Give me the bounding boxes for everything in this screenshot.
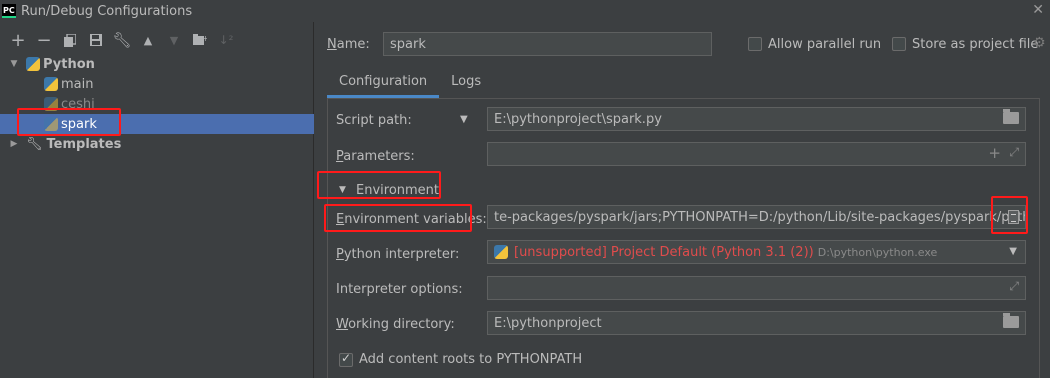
tree-node-templates[interactable]: ▶ 🔧︎ Templates [0,134,314,154]
wrench-icon: 🔧︎ [26,136,43,152]
folder-icon[interactable] [1003,109,1019,124]
interpreter-options-field[interactable]: ⤢ [487,276,1026,300]
expand-arrow-icon[interactable]: ▼ [8,59,20,69]
allow-parallel-run-label: Allow parallel run [768,37,882,52]
python-icon [494,245,508,259]
tab-configuration[interactable]: Configuration [327,68,440,98]
configurations-sidebar: + − 🔧︎ ▲ ▼ + ↓² ▼ Python main ceshi spar… [0,22,314,378]
add-content-roots-label: Add content roots to PYTHONPATH [359,352,583,367]
configuration-editor: Name: spark Allow parallel run Store as … [315,22,1050,378]
expand-icon[interactable]: ⤢ [1009,145,1019,160]
add-icon[interactable]: + [5,28,31,52]
pycharm-logo-icon: PC [2,4,16,18]
chevron-down-icon[interactable]: ▼ [1009,246,1017,257]
interpreter-value: [unsupported] Project Default (Python 3.… [514,244,814,260]
script-path-value: E:\pythonproject\spark.py [494,111,662,127]
tree-node-label: Python [43,56,95,72]
tree-node-label: Templates [46,136,122,152]
name-label: Name: [327,37,370,52]
script-type-dropdown-icon[interactable]: ▼ [460,114,468,125]
tree-item-label: ceshi [61,96,95,112]
folder-icon[interactable] [1003,313,1019,328]
interpreter-path: D:\python\python.exe [817,245,938,259]
wrench-icon[interactable]: 🔧︎ [109,28,135,52]
title-bar: PC Run/Debug Configurations ✕ [0,0,1050,22]
environment-variables-field[interactable]: te-packages/pyspark/jars;PYTHONPATH=D:/p… [487,205,1026,229]
environment-collapse-icon[interactable]: ▼ [339,185,346,195]
allow-parallel-run-checkbox[interactable] [748,37,762,51]
sort-icon: ↓² [218,33,234,47]
python-icon [44,117,58,131]
tree-item-label: main [61,76,94,92]
save-icon[interactable] [83,28,109,52]
working-directory-value: E:\pythonproject [494,315,602,331]
script-path-field[interactable]: E:\pythonproject\spark.py [487,107,1026,131]
working-directory-label: Working directory: [336,317,455,332]
new-folder-icon[interactable]: + [187,28,213,52]
gear-icon[interactable]: ⚙ [1033,35,1046,51]
copy-icon[interactable] [57,28,83,52]
edit-env-vars-icon[interactable] [1008,210,1019,224]
move-down-icon: ▼ [169,33,179,47]
store-as-project-file-label: Store as project file [912,37,1039,52]
svg-text:+: + [202,34,207,43]
store-as-project-file-checkbox[interactable] [892,37,906,51]
sidebar-toolbar: + − 🔧︎ ▲ ▼ + ↓² [0,22,313,58]
environment-section-label[interactable]: Environment [356,183,439,198]
python-icon [44,97,58,111]
name-field[interactable]: spark [383,32,712,56]
python-interpreter-dropdown[interactable]: [unsupported] Project Default (Python 3.… [487,240,1026,264]
move-up-icon[interactable]: ▲ [135,28,161,52]
configuration-panel: Script path: ▼ E:\pythonproject\spark.py… [327,98,1040,378]
remove-icon[interactable]: − [31,28,57,52]
environment-variables-label: Environment variables: [336,212,487,227]
tab-logs[interactable]: Logs [439,68,493,98]
plus-icon[interactable]: + [988,144,1001,162]
collapse-arrow-icon[interactable]: ▶ [8,139,20,149]
python-interpreter-label: Python interpreter: [336,247,460,262]
window-title: Run/Debug Configurations [21,3,193,19]
parameters-field[interactable]: + ⤢ [487,142,1026,166]
parameters-label: Parameters: [336,149,415,164]
working-directory-field[interactable]: E:\pythonproject [487,311,1026,335]
python-icon [44,77,58,91]
python-icon [26,57,40,71]
logo-text: PC [3,5,15,15]
tree-item-label: spark [61,116,97,132]
add-content-roots-checkbox[interactable] [339,351,353,367]
tree-item-ceshi[interactable]: ceshi [0,94,314,114]
configurations-tree: ▼ Python main ceshi spark ▶ 🔧︎ Templates [0,54,314,154]
environment-variables-value: te-packages/pyspark/jars;PYTHONPATH=D:/p… [494,209,1026,225]
name-value: spark [390,36,426,52]
script-path-label: Script path: [336,113,412,128]
expand-icon[interactable]: ⤢ [1009,279,1019,294]
tree-item-main[interactable]: main [0,74,314,94]
tree-node-python[interactable]: ▼ Python [0,54,314,74]
tree-item-spark[interactable]: spark [0,114,314,134]
close-icon[interactable]: ✕ [1032,2,1044,18]
tab-bar: Configuration Logs [327,68,493,98]
interpreter-options-label: Interpreter options: [336,282,463,297]
